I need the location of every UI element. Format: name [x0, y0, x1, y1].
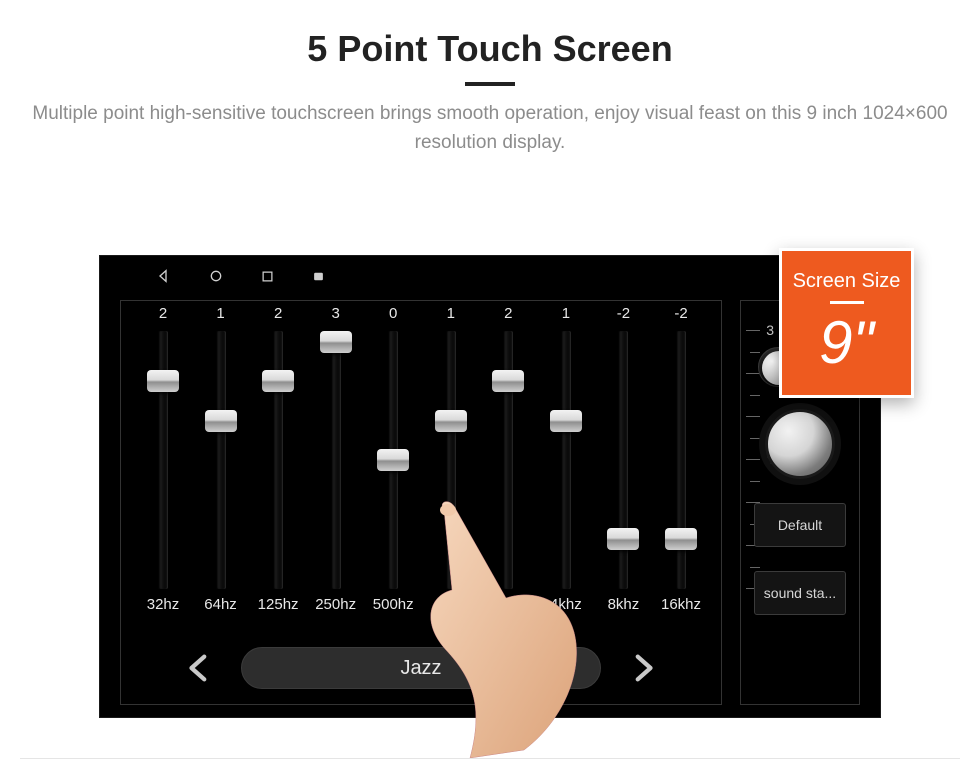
eq-slider-thumb[interactable] — [147, 370, 179, 392]
home-icon[interactable] — [208, 268, 224, 284]
eq-band-value: 0 — [389, 305, 397, 322]
eq-slider[interactable] — [676, 331, 686, 589]
recents-icon[interactable] — [260, 269, 275, 284]
badge-title: Screen Size — [793, 270, 901, 293]
eq-band-freq: 64hz — [204, 596, 237, 613]
eq-slider[interactable] — [273, 331, 283, 589]
preset-name[interactable]: Jazz — [241, 647, 601, 689]
screen-size-badge: Screen Size 9" — [779, 248, 914, 398]
eq-band-value: 2 — [504, 305, 512, 322]
eq-band-value: 3 — [331, 305, 339, 322]
eq-band-value: 2 — [274, 305, 282, 322]
eq-slider[interactable] — [618, 331, 628, 589]
eq-band-value: 2 — [159, 305, 167, 322]
page-title: 5 Point Touch Screen — [0, 0, 980, 70]
badge-value: 9" — [819, 308, 874, 377]
android-statusbar — [100, 256, 880, 296]
eq-freq-row: 32hz 64hz 125hz 250hz 500hz 1khz 2khz 4khz 8khz 1… — [121, 596, 721, 620]
default-button[interactable]: Default — [754, 503, 846, 547]
device-screen: 2 1 2 3 0 1 2 1 -2 -2 32hz 64hz 125hz 250hz 500hz 1khz… — [99, 255, 881, 718]
eq-slider[interactable] — [446, 331, 456, 589]
sub-knob[interactable] — [765, 409, 835, 479]
eq-slider-thumb[interactable] — [262, 370, 294, 392]
section-divider — [20, 758, 960, 759]
eq-band-freq: 250hz — [315, 596, 356, 613]
eq-slider[interactable] — [216, 331, 226, 589]
eq-band-value: -2 — [674, 305, 687, 322]
eq-slider-thumb[interactable] — [665, 528, 697, 550]
eq-band-value: 1 — [562, 305, 570, 322]
eq-slider[interactable] — [158, 331, 168, 589]
eq-slider-thumb[interactable] — [320, 331, 352, 353]
screenshot-icon[interactable] — [311, 269, 326, 284]
eq-value-row: 2 1 2 3 0 1 2 1 -2 -2 — [121, 301, 721, 329]
eq-band-freq: 8khz — [608, 596, 640, 613]
eq-band-freq: 16khz — [661, 596, 701, 613]
eq-band-value: 1 — [447, 305, 455, 322]
sound-stage-button[interactable]: sound sta... — [754, 571, 846, 615]
eq-slider[interactable] — [503, 331, 513, 589]
title-underline — [465, 82, 515, 86]
eq-slider-tracks — [121, 331, 721, 589]
back-icon[interactable] — [156, 268, 172, 284]
eq-slider-thumb[interactable] — [492, 370, 524, 392]
preset-selector: Jazz — [121, 632, 721, 704]
eq-slider[interactable] — [331, 331, 341, 589]
eq-slider-thumb[interactable] — [377, 449, 409, 471]
eq-band-freq: 4khz — [550, 596, 582, 613]
eq-slider-thumb[interactable] — [205, 410, 237, 432]
equalizer-panel: 2 1 2 3 0 1 2 1 -2 -2 32hz 64hz 125hz 250hz 500hz 1khz… — [120, 300, 722, 705]
preset-prev-button[interactable] — [175, 643, 225, 693]
eq-band-value: -2 — [617, 305, 630, 322]
eq-band-freq: 125hz — [258, 596, 299, 613]
eq-slider-thumb[interactable] — [550, 410, 582, 432]
preset-next-button[interactable] — [617, 643, 667, 693]
eq-band-freq: 2khz — [492, 596, 524, 613]
eq-band-value: 1 — [216, 305, 224, 322]
eq-band-freq: 1khz — [435, 596, 467, 613]
eq-band-freq: 32hz — [147, 596, 180, 613]
eq-band-freq: 500hz — [373, 596, 414, 613]
page-subtitle: Multiple point high-sensitive touchscree… — [0, 100, 980, 183]
eq-slider-thumb[interactable] — [435, 410, 467, 432]
eq-slider[interactable] — [561, 331, 571, 589]
eq-slider-thumb[interactable] — [607, 528, 639, 550]
eq-slider[interactable] — [388, 331, 398, 589]
